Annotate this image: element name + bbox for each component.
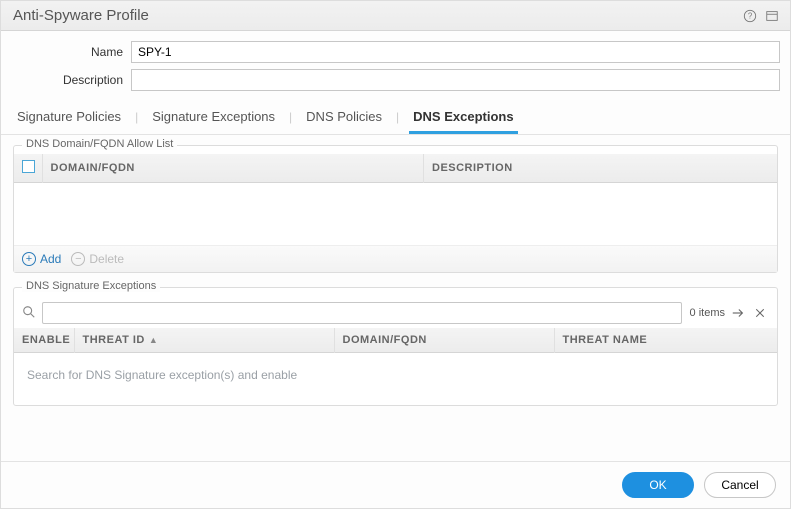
delete-button: − Delete (71, 252, 124, 266)
form-area: Name Description (1, 31, 790, 97)
select-all-header[interactable] (14, 154, 42, 183)
sig-exceptions-legend: DNS Signature Exceptions (22, 280, 160, 292)
tab-bar: Signature Policies | Signature Exception… (1, 97, 790, 135)
name-input[interactable] (131, 41, 780, 63)
sig-exceptions-panel: DNS Signature Exceptions 0 items ENABLE (13, 287, 778, 406)
search-input[interactable] (42, 302, 682, 324)
arrow-right-icon[interactable] (729, 304, 747, 322)
tab-separator: | (289, 110, 292, 124)
col-threat-id[interactable]: THREAT ID ▲ (74, 328, 334, 353)
item-count: 0 items (690, 307, 725, 319)
col-enable[interactable]: ENABLE (14, 328, 74, 353)
col-description[interactable]: DESCRIPTION (424, 154, 778, 183)
plus-icon: + (22, 252, 36, 266)
col-threat-name[interactable]: THREAT NAME (554, 328, 777, 353)
allow-list-body (15, 184, 776, 244)
cancel-button[interactable]: Cancel (704, 472, 776, 498)
sig-exceptions-table: ENABLE THREAT ID ▲ DOMAIN/FQDN THREAT NAM… (14, 328, 777, 405)
window-icon[interactable] (764, 8, 780, 24)
help-icon[interactable]: ? (742, 8, 758, 24)
col-domain[interactable]: DOMAIN/FQDN (42, 154, 424, 183)
allow-list-table: DOMAIN/FQDN DESCRIPTION (14, 154, 777, 245)
tab-dns-exceptions[interactable]: DNS Exceptions (409, 103, 517, 134)
description-row: Description (11, 69, 780, 91)
tab-signature-policies[interactable]: Signature Policies (13, 103, 125, 134)
sort-asc-icon: ▲ (149, 335, 158, 345)
allow-list-legend: DNS Domain/FQDN Allow List (22, 138, 177, 150)
sig-exceptions-placeholder: Search for DNS Signature exception(s) an… (15, 354, 776, 404)
dialog-title: Anti-Spyware Profile (13, 7, 149, 24)
tab-signature-exceptions[interactable]: Signature Exceptions (148, 103, 279, 134)
name-row: Name (11, 41, 780, 63)
description-input[interactable] (131, 69, 780, 91)
ok-button[interactable]: OK (622, 472, 694, 498)
col-domain-fqdn[interactable]: DOMAIN/FQDN (334, 328, 554, 353)
minus-icon: − (71, 252, 85, 266)
add-label: Add (40, 252, 61, 266)
allow-list-panel: DNS Domain/FQDN Allow List DOMAIN/FQDN D… (13, 145, 778, 273)
description-label: Description (11, 73, 131, 87)
content-area: DNS Domain/FQDN Allow List DOMAIN/FQDN D… (1, 135, 790, 508)
tab-dns-policies[interactable]: DNS Policies (302, 103, 386, 134)
search-icon (22, 305, 38, 321)
delete-label: Delete (89, 252, 124, 266)
clear-icon[interactable] (751, 304, 769, 322)
anti-spyware-dialog: Anti-Spyware Profile ? Name Description … (0, 0, 791, 509)
name-label: Name (11, 45, 131, 59)
tab-separator: | (396, 110, 399, 124)
checkbox-icon[interactable] (22, 160, 35, 173)
tab-separator: | (135, 110, 138, 124)
dialog-footer: OK Cancel (1, 461, 790, 508)
add-button[interactable]: + Add (22, 252, 61, 266)
search-bar: 0 items (14, 296, 777, 328)
allow-list-actions: + Add − Delete (14, 245, 777, 272)
titlebar-controls: ? (742, 8, 780, 24)
col-threat-id-label: THREAT ID (83, 334, 145, 346)
svg-text:?: ? (748, 11, 753, 20)
titlebar: Anti-Spyware Profile ? (1, 1, 790, 31)
